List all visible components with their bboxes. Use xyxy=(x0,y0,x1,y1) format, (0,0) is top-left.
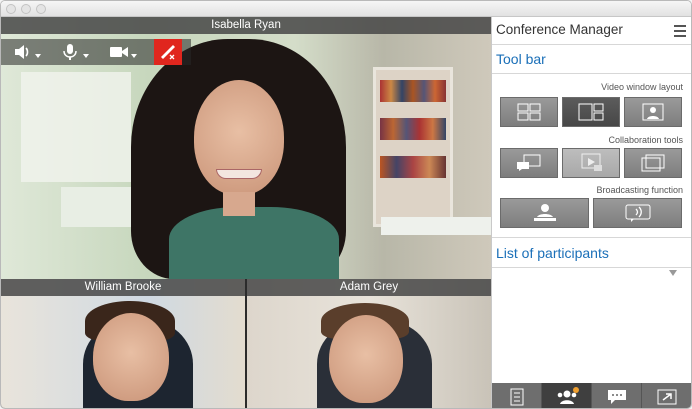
divider xyxy=(492,73,691,74)
menu-icon[interactable] xyxy=(674,25,686,37)
layout-grid-button[interactable] xyxy=(500,97,558,127)
camera-dropdown-icon[interactable] xyxy=(131,54,137,58)
slideshow-button[interactable] xyxy=(624,148,682,178)
person-face xyxy=(93,313,169,401)
layout-single-button[interactable] xyxy=(624,97,682,127)
divider xyxy=(492,267,691,268)
tab-chat[interactable] xyxy=(592,383,642,408)
participant-thumbnail[interactable]: Adam Grey xyxy=(247,279,491,408)
window-light xyxy=(21,72,131,182)
tab-exit[interactable] xyxy=(642,383,691,408)
toolbar-section-title[interactable]: Tool bar xyxy=(496,51,546,67)
speaker-button[interactable] xyxy=(5,39,43,65)
minimize-window-button[interactable] xyxy=(21,4,31,14)
notification-badge xyxy=(573,387,579,393)
video-layout-label: Video window layout xyxy=(601,82,683,92)
participant-name: Adam Grey xyxy=(247,279,491,296)
bookshelf xyxy=(373,67,453,227)
participants-section-title[interactable]: List of participants xyxy=(496,245,609,261)
broadcast-audio-icon xyxy=(625,204,650,222)
title-bar xyxy=(1,1,691,17)
microphone-dropdown-icon[interactable] xyxy=(83,54,89,58)
participant-thumbnail[interactable]: William Brooke xyxy=(1,279,245,408)
camera-button[interactable] xyxy=(101,39,139,65)
person-sweater xyxy=(169,207,339,279)
whiteboard-button[interactable] xyxy=(500,148,558,178)
video-area: Isabella Ryan William Brooke Adam Grey xyxy=(1,17,491,408)
chat-icon xyxy=(607,389,626,404)
microphone-button[interactable] xyxy=(53,39,91,65)
panel-title: Conference Manager xyxy=(496,22,623,37)
speaker-dropdown-icon[interactable] xyxy=(35,54,41,58)
bottom-tab-bar xyxy=(492,383,691,408)
app-window: Isabella Ryan William Brooke Adam Grey C… xyxy=(0,0,692,409)
single-layout-icon xyxy=(642,103,664,121)
tab-list[interactable] xyxy=(492,383,542,408)
desk-right xyxy=(381,217,491,235)
slides-icon xyxy=(641,154,665,172)
hang-up-icon xyxy=(161,45,175,60)
maximize-window-button[interactable] xyxy=(36,4,46,14)
tab-participants[interactable] xyxy=(542,383,592,408)
call-controls xyxy=(1,39,191,65)
presenter-icon xyxy=(533,204,556,221)
layout-main-side-button[interactable] xyxy=(562,97,620,127)
screen-share-icon xyxy=(517,154,541,171)
collaboration-label: Collaboration tools xyxy=(608,135,683,145)
list-icon xyxy=(510,388,523,405)
grid-layout-icon xyxy=(517,103,541,121)
conference-manager-panel: Conference Manager Tool bar Video window… xyxy=(491,17,691,408)
main-side-layout-icon xyxy=(578,103,604,121)
camera-icon xyxy=(110,47,128,57)
exit-icon xyxy=(657,389,677,404)
chevron-down-icon[interactable] xyxy=(669,270,677,276)
broadcasting-label: Broadcasting function xyxy=(596,185,683,195)
microphone-icon xyxy=(63,44,77,60)
presentation-button[interactable] xyxy=(562,148,620,178)
hang-up-button[interactable] xyxy=(154,39,182,65)
participant-name: William Brooke xyxy=(1,279,245,296)
speaker-icon xyxy=(15,45,29,59)
broadcast-presenter-button[interactable] xyxy=(500,198,589,228)
person-face xyxy=(329,315,403,403)
main-participant-name: Isabella Ryan xyxy=(1,17,491,34)
smile xyxy=(216,169,262,179)
person-neck xyxy=(223,192,255,216)
presentation-icon xyxy=(581,153,602,171)
broadcast-audio-button[interactable] xyxy=(593,198,682,228)
panel-header: Conference Manager xyxy=(492,17,691,45)
close-window-button[interactable] xyxy=(6,4,16,14)
divider xyxy=(492,237,691,238)
main-video[interactable]: Isabella Ryan xyxy=(1,17,491,279)
